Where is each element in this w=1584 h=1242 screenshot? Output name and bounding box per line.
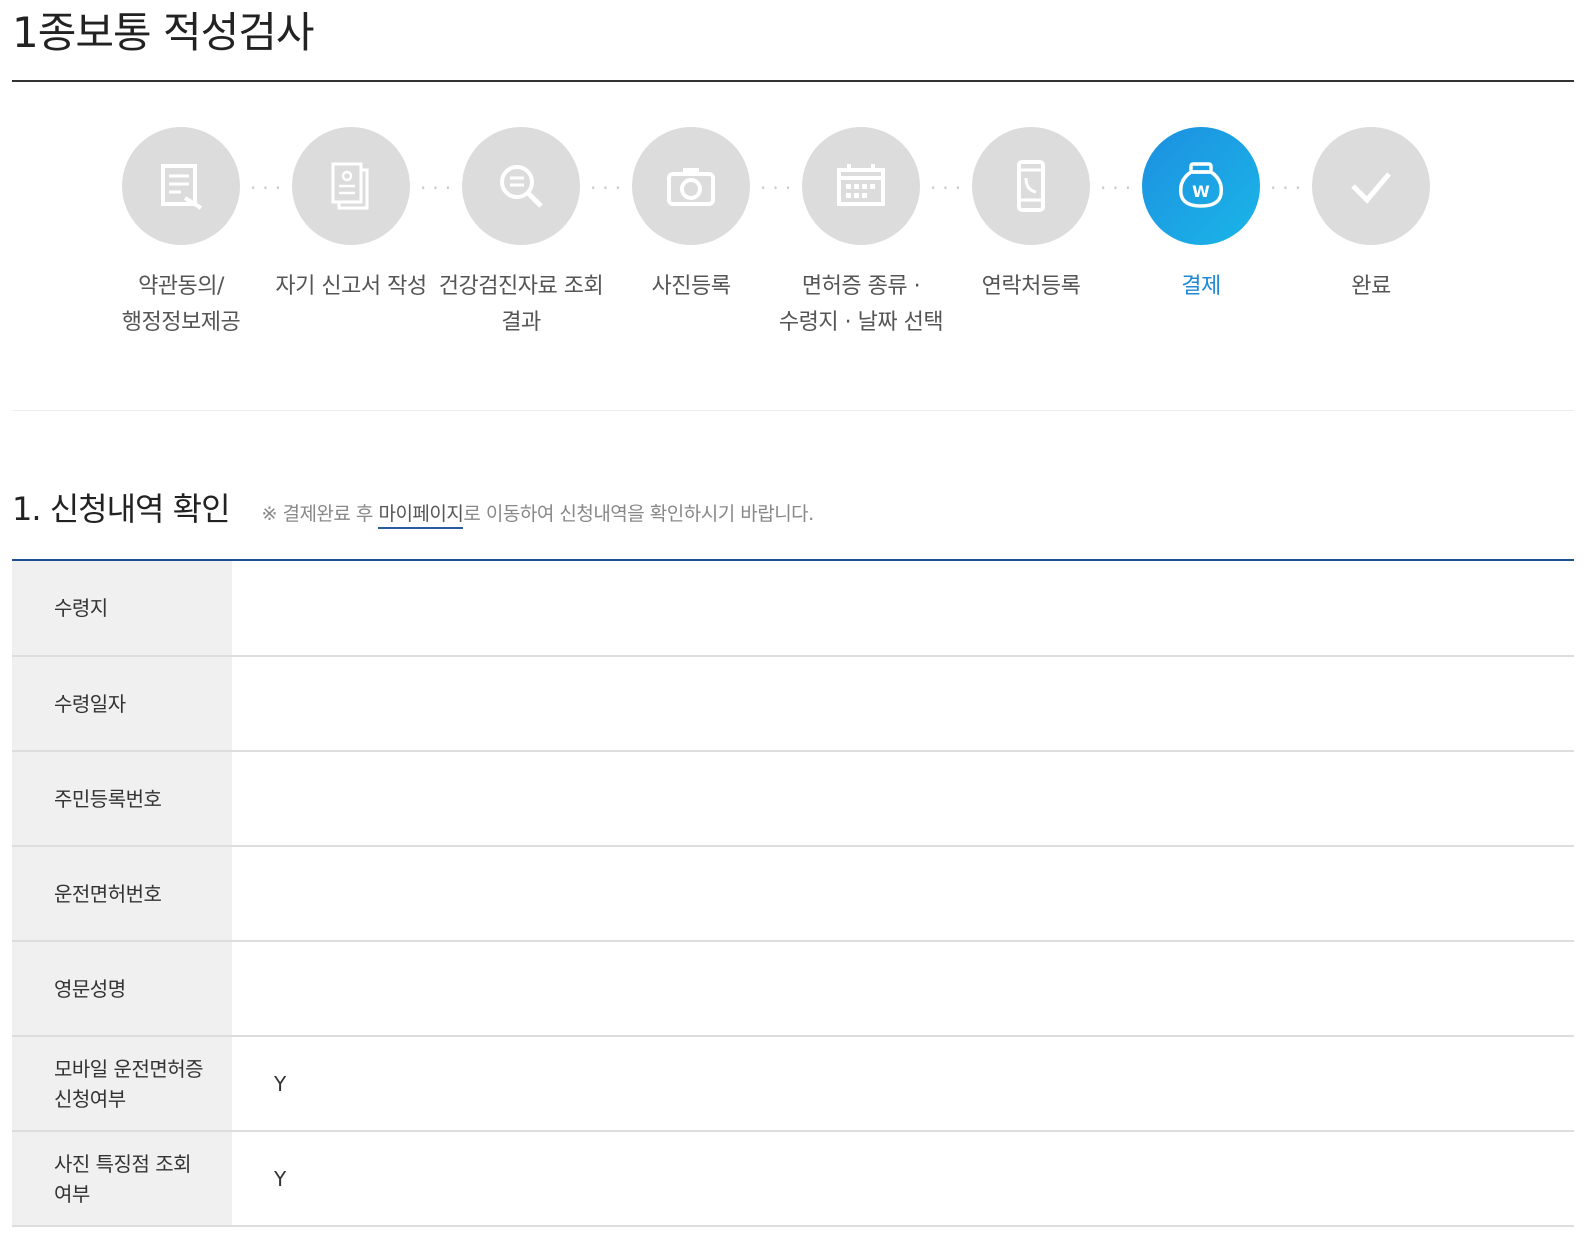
step-circle: [802, 127, 920, 245]
magnifier-icon: [500, 165, 543, 208]
application-details-table: 수령지 수령일자 주민등록번호 운전면허번호 영문성명 모바일 운전면허증 신청…: [12, 561, 1574, 1227]
svg-text:W: W: [1192, 182, 1210, 201]
step-label: 완료: [1351, 274, 1391, 299]
row-value-pickup-date: [232, 656, 1574, 751]
step-complete: 완료: [1281, 127, 1461, 305]
section-title: 1. 신청내역 확인: [12, 490, 231, 528]
step-circle: [462, 127, 580, 245]
table-row: 모바일 운전면허증 신청여부 Y: [12, 1036, 1574, 1131]
row-value-resident-number: [232, 751, 1574, 846]
table-row: 사진 특징점 조회 여부 Y: [12, 1131, 1574, 1226]
notice-prefix: ※ 결제완료 후: [261, 503, 379, 525]
step-health-check: 건강검진자료 조회 결과: [431, 127, 611, 341]
row-value-photo-feature: Y: [274, 1166, 287, 1191]
row-label-pickup-place: 수령지: [12, 561, 232, 656]
step-label: 사진등록: [651, 274, 731, 299]
step-label: 자기 신고서 작성: [275, 274, 427, 299]
camera-icon: [667, 168, 715, 206]
step-circle: [122, 127, 240, 245]
step-circle: [292, 127, 410, 245]
step-label: 약관동의/ 행정정보제공: [121, 274, 241, 335]
self-report-icon: [331, 162, 369, 210]
section-heading: 1. 신청내역 확인 ※ 결제완료 후 마이페이지로 이동하여 신청내역을 확인…: [12, 484, 814, 530]
row-value-mobile-license: Y: [274, 1071, 287, 1096]
section-divider: [12, 410, 1574, 411]
row-label-photo-feature: 사진 특징점 조회 여부: [12, 1131, 232, 1226]
step-circle: [1312, 127, 1430, 245]
row-label-pickup-date: 수령일자: [12, 656, 232, 751]
page-title: 1종보통 적성검사: [12, 8, 315, 57]
mypage-link[interactable]: 마이페이지: [378, 503, 464, 529]
step-label: 건강검진자료 조회 결과: [438, 274, 604, 335]
step-license-select: 면허증 종류 · 수령지 · 날짜 선택: [771, 127, 951, 341]
calendar-icon: [837, 164, 885, 206]
step-label: 결제: [1181, 274, 1221, 299]
step-payment: W 결제: [1111, 127, 1291, 305]
row-value-pickup-place: [232, 561, 1574, 656]
row-label-english-name: 영문성명: [12, 941, 232, 1036]
step-terms: 약관동의/ 행정정보제공: [91, 127, 271, 341]
won-pouch-icon: W: [1178, 162, 1224, 208]
title-divider: [12, 80, 1574, 82]
phone-icon: [1017, 160, 1045, 212]
notice-text: ※ 결제완료 후 마이페이지로 이동하여 신청내역을 확인하시기 바랍니다.: [261, 499, 814, 529]
table-row: 주민등록번호: [12, 751, 1574, 846]
step-contact: 연락처등록: [941, 127, 1121, 305]
table-row: 운전면허번호: [12, 846, 1574, 941]
table-row: 수령지: [12, 561, 1574, 656]
check-icon: [1351, 172, 1391, 204]
step-circle: [972, 127, 1090, 245]
step-circle: W: [1142, 127, 1260, 245]
step-label: 면허증 종류 · 수령지 · 날짜 선택: [778, 274, 944, 335]
row-label-resident-number: 주민등록번호: [12, 751, 232, 846]
row-value-license-number: [232, 846, 1574, 941]
table-row: 영문성명: [12, 941, 1574, 1036]
row-label-mobile-license: 모바일 운전면허증 신청여부: [12, 1036, 232, 1131]
step-self-report: 자기 신고서 작성: [261, 127, 441, 305]
row-label-license-number: 운전면허번호: [12, 846, 232, 941]
table-row: 수령일자: [12, 656, 1574, 751]
document-edit-icon: [161, 164, 203, 210]
step-label: 연락처등록: [981, 274, 1081, 299]
notice-suffix: 로 이동하여 신청내역을 확인하시기 바랍니다.: [463, 503, 814, 525]
row-value-english-name: [232, 941, 1574, 1036]
step-photo: 사진등록: [601, 127, 781, 305]
step-circle: [632, 127, 750, 245]
